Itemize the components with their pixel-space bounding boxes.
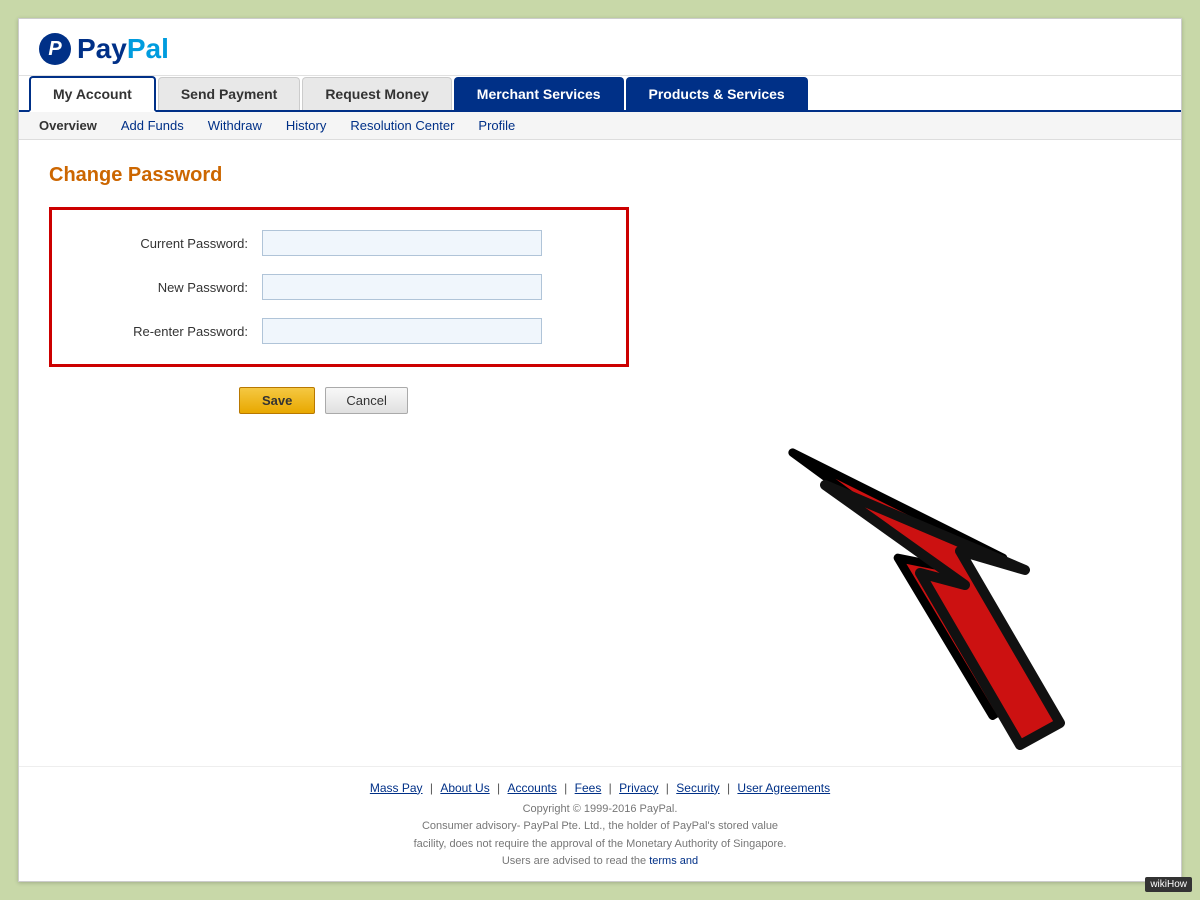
subnav-withdraw[interactable]: Withdraw	[208, 118, 262, 133]
cancel-button[interactable]: Cancel	[325, 387, 407, 414]
footer-links: Mass Pay | About Us | Accounts | Fees | …	[29, 781, 1171, 795]
footer-link-fees[interactable]: Fees	[575, 781, 602, 795]
reenter-password-input[interactable]	[262, 318, 542, 344]
footer-copyright: Copyright © 1999-2016 PayPal.	[29, 801, 1171, 819]
paypal-pal: Pal	[127, 33, 169, 64]
footer-advisory3: Users are advised to read the terms and	[29, 853, 1171, 871]
page-title: Change Password	[49, 164, 1151, 187]
nav-tabs: My Account Send Payment Request Money Me…	[19, 76, 1181, 112]
tab-products-services[interactable]: Products & Services	[626, 77, 808, 110]
footer-link-user-agreements[interactable]: User Agreements	[737, 781, 830, 795]
content-area: Change Password Current Password: New Pa…	[19, 140, 1181, 438]
tab-request-money[interactable]: Request Money	[302, 77, 451, 110]
red-arrow-container	[761, 421, 1161, 821]
change-password-form: Current Password: New Password: Re-enter…	[49, 207, 629, 367]
footer-link-about-us[interactable]: About Us	[440, 781, 489, 795]
subnav-history[interactable]: History	[286, 118, 326, 133]
tab-send-payment[interactable]: Send Payment	[158, 77, 300, 110]
save-button[interactable]: Save	[239, 387, 315, 414]
new-password-row: New Password:	[82, 274, 596, 300]
footer: Mass Pay | About Us | Accounts | Fees | …	[19, 766, 1181, 881]
current-password-label: Current Password:	[82, 236, 262, 251]
footer-link-privacy[interactable]: Privacy	[619, 781, 658, 795]
main-container: P PayPal My Account Send Payment Request…	[18, 18, 1182, 882]
sub-nav: Overview Add Funds Withdraw History Reso…	[19, 112, 1181, 140]
header: P PayPal	[19, 19, 1181, 76]
reenter-password-label: Re-enter Password:	[82, 324, 262, 339]
reenter-password-row: Re-enter Password:	[82, 318, 596, 344]
new-password-input[interactable]	[262, 274, 542, 300]
paypal-p-icon: P	[39, 33, 71, 65]
button-row: Save Cancel	[49, 387, 1151, 414]
tab-merchant-services[interactable]: Merchant Services	[454, 77, 624, 110]
footer-link-security[interactable]: Security	[676, 781, 719, 795]
footer-terms-link[interactable]: terms and	[649, 855, 698, 867]
current-password-input[interactable]	[262, 230, 542, 256]
new-password-label: New Password:	[82, 280, 262, 295]
subnav-profile[interactable]: Profile	[478, 118, 515, 133]
current-password-row: Current Password:	[82, 230, 596, 256]
footer-advisory2: facility, does not require the approval …	[29, 836, 1171, 854]
red-arrow-icon	[761, 421, 1161, 821]
subnav-overview[interactable]: Overview	[39, 118, 97, 133]
paypal-logo: P PayPal	[39, 33, 1161, 65]
paypal-pay: Pay	[77, 33, 127, 64]
subnav-resolution-center[interactable]: Resolution Center	[350, 118, 454, 133]
subnav-add-funds[interactable]: Add Funds	[121, 118, 184, 133]
footer-link-accounts[interactable]: Accounts	[507, 781, 556, 795]
paypal-wordmark: PayPal	[77, 33, 169, 65]
footer-link-mass-pay[interactable]: Mass Pay	[370, 781, 423, 795]
tab-my-account[interactable]: My Account	[29, 76, 156, 112]
wikihow-badge: wikiHow	[1145, 877, 1192, 892]
footer-advisory1: Consumer advisory- PayPal Pte. Ltd., the…	[29, 818, 1171, 836]
